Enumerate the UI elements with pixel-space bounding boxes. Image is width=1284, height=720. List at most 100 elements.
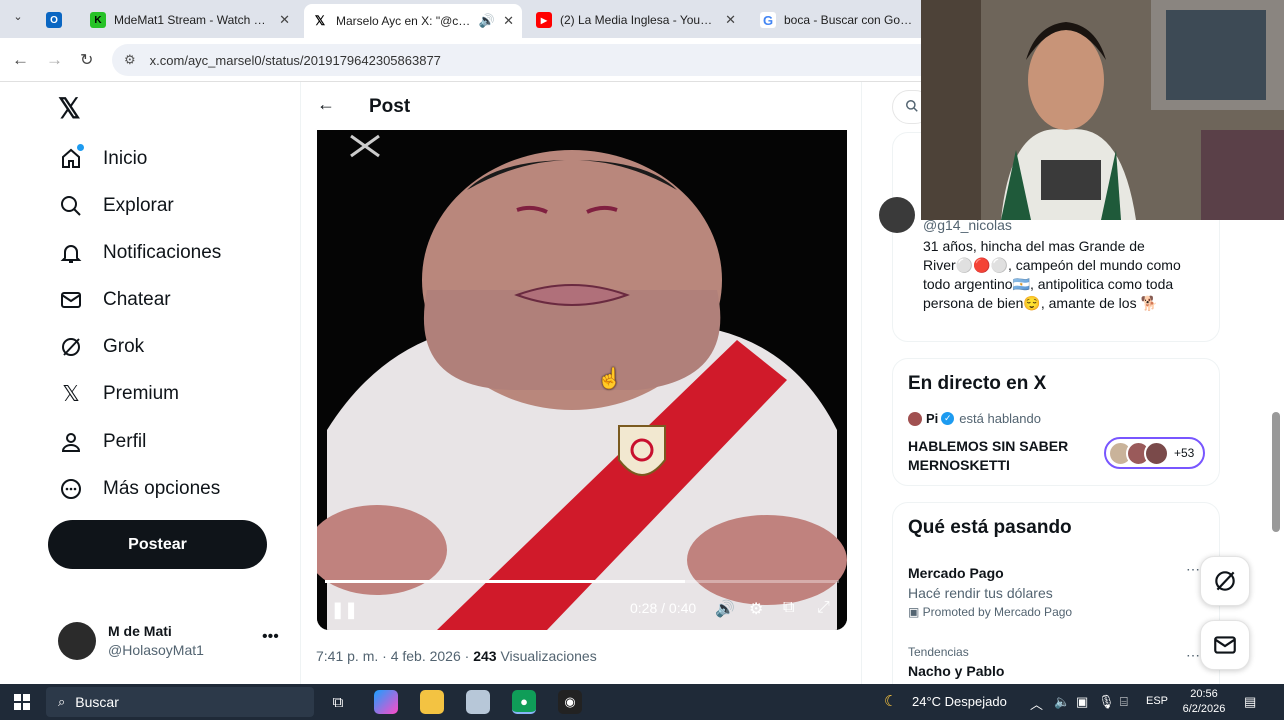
file-explorer-icon[interactable] [420, 690, 444, 714]
obs-icon[interactable]: ◉ [558, 690, 582, 714]
youtube-icon: ▶ [536, 12, 552, 28]
fullscreen-icon[interactable]: ⤢ [817, 599, 830, 617]
messages-float-button[interactable] [1200, 620, 1250, 670]
webcam-icon[interactable]: ▣ [1076, 694, 1088, 710]
user-name: M de Mati [108, 623, 172, 639]
taskbar-search-field[interactable]: ⌕ Buscar [46, 687, 314, 717]
nav-item-explorar[interactable]: Explorar [58, 193, 174, 219]
trends-card: Qué está pasando Mercado Pago ⋯ Hacé ren… [892, 502, 1220, 702]
page-title: Post [369, 96, 411, 117]
more-dots-icon[interactable]: ⋯ [1186, 647, 1200, 664]
speaker-icon[interactable]: 🔈 [1054, 694, 1070, 710]
promoted-icon: ▣ [908, 605, 923, 619]
notepad-icon[interactable] [466, 690, 490, 714]
nav-item-perfil[interactable]: Perfil [58, 429, 146, 455]
windows-taskbar: ⌕ Buscar ⧉ ● ◉ ☾ 24°C Despejado ︿ 🔈 ▣ 🎙 … [0, 684, 1284, 720]
nav-label: Grok [103, 336, 145, 357]
avatar [1144, 441, 1169, 466]
close-icon[interactable]: ✕ [503, 13, 514, 29]
back-icon[interactable]: ← [12, 50, 29, 70]
url-text: x.com/ayc_marsel0/status/201917964230586… [149, 52, 441, 68]
network-icon[interactable]: ⌸ [1120, 694, 1128, 710]
tab-youtube[interactable]: ▶ (2) La Media Inglesa - YouTube ✕ [528, 6, 744, 34]
scrollbar-thumb[interactable] [1272, 412, 1280, 532]
post-meta: 7:41 p. m. · 4 feb. 2026 · 243 Visualiza… [316, 648, 597, 664]
user-handle: @HolasoyMat1 [108, 642, 204, 658]
post-views-label: Visualizaciones [496, 648, 597, 664]
forward-icon[interactable]: → [46, 50, 63, 70]
task-view-icon[interactable]: ⧉ [326, 690, 350, 714]
outlook-icon: O [46, 12, 62, 28]
nav-item-chatear[interactable]: Chatear [58, 287, 171, 313]
clock-time: 20:56 [1190, 688, 1218, 700]
video-progress-bar[interactable] [325, 580, 839, 583]
space-listeners[interactable]: +53 [1104, 437, 1205, 469]
promoted-label: ▣ Promoted by Mercado Pago [908, 605, 1072, 619]
volume-icon[interactable]: 🔊 [715, 599, 735, 619]
close-icon[interactable]: ✕ [725, 12, 736, 28]
post-header: ← Post [301, 82, 861, 130]
card-title: Qué está pasando [908, 517, 1072, 538]
trend-name[interactable]: Mercado Pago [908, 565, 1004, 581]
bio-text: 31 años, hincha del mas Grande de River⚪… [923, 238, 1181, 311]
trend-sub: Hacé rendir tus dólares [908, 585, 1053, 601]
pause-icon[interactable]: ❚❚ [331, 600, 358, 620]
video-time: 0:28 / 0:40 [630, 600, 697, 616]
settings-gear-icon[interactable]: ⚙ [749, 599, 763, 619]
promoted-text: Promoted by Mercado Pago [922, 605, 1073, 619]
avatar[interactable] [879, 197, 915, 233]
microphone-icon[interactable]: 🎙 [1098, 694, 1115, 710]
tab-outlook[interactable]: O [38, 6, 78, 34]
picture-in-picture-icon[interactable]: ⧉ [783, 599, 794, 617]
site-settings-icon[interactable]: ⚙ [124, 52, 136, 68]
space-title[interactable]: HABLEMOS SIN SABER MERNOSKETTI [908, 437, 1088, 475]
account-switcher[interactable]: M de Mati @HolasoyMat1 ••• [58, 620, 288, 664]
taskbar-clock[interactable]: 20:56 6/2/2026 [1176, 687, 1232, 717]
trend-category: Tendencias [908, 645, 969, 659]
copilot-icon[interactable] [374, 690, 398, 714]
tab-kick-stream[interactable]: K MdeMat1 Stream - Watch Live ✕ [82, 6, 298, 34]
back-arrow-icon[interactable]: ← [317, 94, 335, 115]
webcam-image [921, 0, 1284, 220]
close-icon[interactable]: ✕ [279, 12, 290, 28]
nav-label: Chatear [103, 289, 171, 310]
tab-search-dropdown-icon[interactable]: ⌄ [8, 10, 28, 28]
more-dots-icon[interactable]: ••• [262, 628, 279, 646]
nav-item-mas-opciones[interactable]: Más opciones [58, 476, 220, 502]
live-spaces-card: En directo en X Pi ✓ está hablando HABLE… [892, 358, 1220, 486]
x-icon: 𝕏 [62, 381, 80, 406]
x-logo-icon[interactable]: 𝕏 [58, 92, 81, 125]
home-icon [58, 146, 84, 172]
speaker-icon[interactable]: 🔊 [479, 13, 495, 29]
nav-item-notificaciones[interactable]: Notificaciones [58, 240, 221, 266]
post-timestamp[interactable]: 7:41 p. m. · 4 feb. 2026 · [316, 648, 473, 664]
webcam-overlay [921, 0, 1284, 220]
more-dots-icon[interactable]: ⋯ [1186, 561, 1200, 578]
live-host-row: Pi ✓ está hablando [908, 411, 1041, 426]
nav-label: Más opciones [103, 478, 221, 499]
trend-name[interactable]: Nacho y Pablo [908, 663, 1004, 679]
weather-text[interactable]: 24°C Despejado [912, 694, 1007, 709]
nav-label: Inicio [103, 148, 148, 169]
video-player[interactable]: ❚❚ 0:28 / 0:40 🔊 ⚙ ⧉ ⤢ ☝ [317, 130, 847, 630]
tab-google[interactable]: G boca - Buscar con Google [752, 6, 922, 34]
moon-weather-icon[interactable]: ☾ [884, 692, 897, 710]
notifications-icon[interactable]: ▤ [1244, 694, 1256, 710]
url-field[interactable]: ⚙ x.com/ayc_marsel0/status/2019179642305… [112, 44, 1012, 76]
nav-label: Notificaciones [103, 242, 222, 263]
nav-item-inicio[interactable]: Inicio [58, 146, 147, 172]
windows-start-icon[interactable] [14, 694, 30, 710]
search-icon: ⌕ [58, 694, 66, 709]
main-column: ← Post ❚❚ 0:28 / 0:40 🔊 ⚙ ⧉ ⤢ ☝ 7:41 p. … [300, 82, 862, 684]
grok-icon [58, 334, 84, 360]
grok-float-button[interactable] [1200, 556, 1250, 606]
chrome-icon[interactable]: ● [512, 690, 536, 714]
tab-title: boca - Buscar con Google [784, 13, 914, 27]
nav-item-premium[interactable]: 𝕏 Premium [58, 381, 179, 407]
tab-x-post[interactable]: 𝕏 Marselo Ayc en X: "@como 🔊 ✕ [304, 4, 522, 38]
language-indicator[interactable]: ESP [1146, 695, 1168, 707]
reload-icon[interactable]: ↻ [80, 50, 93, 70]
chevron-up-icon[interactable]: ︿ [1030, 694, 1043, 713]
nav-item-grok[interactable]: Grok [58, 334, 144, 360]
post-button[interactable]: Postear [48, 520, 267, 569]
